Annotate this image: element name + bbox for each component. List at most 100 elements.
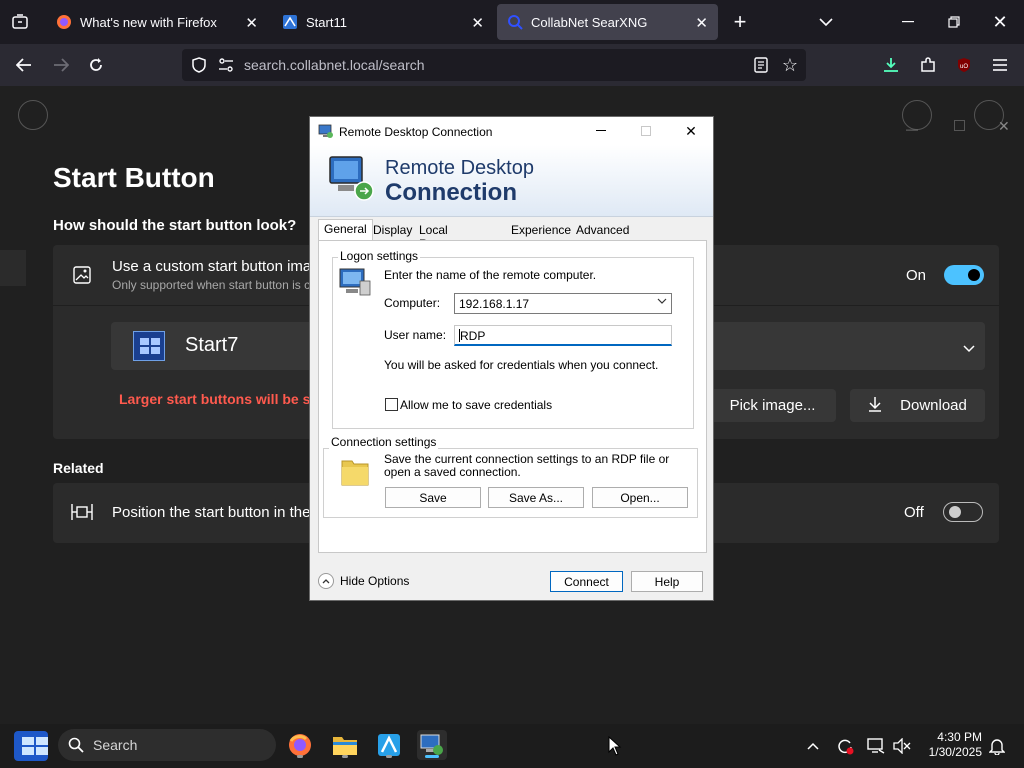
section-question: How should the start button look? [53,217,297,234]
app-minimize-icon[interactable]: — [906,122,918,136]
tab-label: What's new with Firefox [80,14,217,30]
tab-label: CollabNet SearXNG [531,14,648,30]
download-button[interactable]: Download [850,389,985,422]
toggle-knob [949,506,961,518]
running-indicator [386,755,392,758]
connection-settings-heading: Connection settings [329,435,439,449]
computer-value: 192.168.1.17 [459,297,530,311]
app-menu-hamburger-icon[interactable] [989,54,1011,76]
hide-options-toggle[interactable]: Hide Options [318,573,409,589]
close-tab-icon[interactable]: ✕ [695,14,708,32]
restore-window-icon[interactable] [944,12,964,32]
connection-description: Save the current connection settings to … [384,452,670,479]
save-credentials-label[interactable]: Allow me to save credentials [400,398,552,412]
system-clock[interactable]: 4:30 PM 1/30/2025 [918,730,982,760]
banner-line-1: Remote Desktop [385,157,534,179]
save-button[interactable]: Save [385,487,481,508]
dialog-title-bar[interactable]: Remote Desktop Connection ✕ [310,117,713,145]
start-logo-tile [22,747,34,755]
open-button[interactable]: Open... [592,487,688,508]
forward-arrow-icon[interactable] [50,54,72,76]
reload-icon[interactable] [85,54,107,76]
search-label: Search [93,737,138,753]
close-tab-icon[interactable]: ✕ [471,14,484,32]
url-text[interactable]: search.collabnet.local/search [244,57,425,73]
bookmark-star-icon[interactable]: ☆ [779,54,801,76]
app-back-icon[interactable] [18,100,48,130]
username-field[interactable]: RDP [454,325,672,346]
taskbar-start11-icon[interactable] [374,730,404,760]
list-tabs-chevron-icon[interactable] [816,12,836,32]
position-option-title: Position the start button in the [112,504,311,521]
taskbar-file-explorer-icon[interactable] [330,730,360,760]
tab-advanced[interactable]: Advanced [571,221,634,241]
volume-muted-icon[interactable] [892,736,912,756]
tab-display[interactable]: Display [368,221,417,241]
position-toggle[interactable] [943,502,983,522]
taskbar-rdp-icon[interactable] [417,730,447,760]
image-icon [73,266,91,289]
tab-collabnet-searxng[interactable]: CollabNet SearXNG ✕ [497,4,718,40]
custom-button-toggle[interactable] [944,265,984,285]
ublock-origin-icon[interactable]: uO [953,54,975,76]
save-as-button[interactable]: Save As... [488,487,584,508]
position-align-icon [71,503,93,526]
download-icon [868,396,882,416]
extensions-puzzle-icon[interactable] [917,54,939,76]
toggle-knob [968,269,980,281]
chevron-down-icon[interactable] [657,297,667,308]
tab-experience[interactable]: Experience [506,221,576,241]
chevron-down-icon [963,340,975,358]
collapse-chevron-icon [318,573,334,589]
app-maximize-icon[interactable] [954,120,965,131]
help-button[interactable]: Help [631,571,703,592]
dialog-title: Remote Desktop Connection [339,125,493,139]
rdp-small-icon [318,123,334,144]
taskbar: Search 4:30 PM 1/30/2025 [0,724,1024,768]
browser-nav-bar: search.collabnet.local/search ☆ uO [0,44,1024,86]
notifications-bell-icon[interactable] [987,736,1007,756]
logon-prompt: Enter the name of the remote computer. [384,268,597,282]
sync-status-icon[interactable] [835,736,855,756]
logon-settings-heading: Logon settings [338,249,421,263]
tab-firefox-whats-new[interactable]: What's new with Firefox ✕ [46,4,268,40]
close-window-icon[interactable]: ✕ [990,12,1010,32]
nav-rail-item[interactable] [0,250,26,286]
related-heading: Related [53,460,104,476]
tab-start11[interactable]: Start11 ✕ [272,4,494,40]
page-info-icon[interactable] [215,54,237,76]
size-warning: Larger start buttons will be sl [119,391,315,407]
searxng-icon [507,14,523,30]
firefox-icon [56,14,72,30]
connect-button[interactable]: Connect [550,571,623,592]
taskbar-search-box[interactable]: Search [58,729,276,761]
reader-view-icon[interactable] [750,54,772,76]
computer-combobox[interactable]: 192.168.1.17 [454,293,672,314]
taskbar-firefox-icon[interactable] [285,730,315,760]
tab-overview-icon[interactable] [10,12,30,32]
start-button[interactable] [14,731,48,761]
tab-local-resources[interactable]: Local Resources [414,221,481,251]
url-bar[interactable]: search.collabnet.local/search ☆ [182,49,806,81]
dialog-minimize-icon[interactable] [591,121,611,141]
dialog-close-icon[interactable]: ✕ [681,121,701,141]
username-label: User name: [384,328,447,342]
new-tab-icon[interactable]: + [730,9,750,34]
running-indicator [342,755,348,758]
network-icon[interactable] [866,736,886,756]
show-hidden-icons-chevron-icon[interactable] [803,736,823,756]
minimize-window-icon[interactable] [898,12,918,32]
downloads-icon[interactable] [880,54,902,76]
tab-general[interactable]: General [318,219,373,241]
save-credentials-checkbox[interactable] [385,398,398,411]
tracking-protection-shield-icon[interactable] [188,54,210,76]
back-arrow-icon[interactable] [13,54,35,76]
toggle-state-label: On [906,267,927,284]
banner-line-2: Connection [385,179,517,206]
browser-tab-strip: What's new with Firefox ✕ Start11 ✕ Coll… [0,0,1024,44]
close-tab-icon[interactable]: ✕ [245,14,258,32]
pick-image-button[interactable]: Pick image... [709,389,836,422]
start-logo-tile [36,747,48,755]
logon-computer-icon [338,267,372,302]
app-close-icon[interactable]: ✕ [998,118,1010,135]
